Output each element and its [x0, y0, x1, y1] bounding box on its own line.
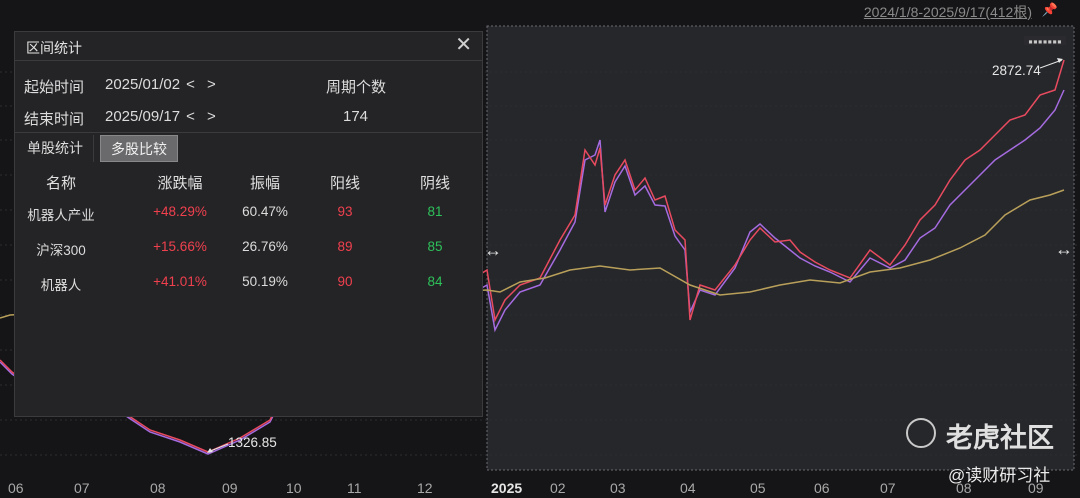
high-price-label: 2872.74: [992, 63, 1041, 78]
tiger-logo-icon: [906, 418, 936, 448]
end-time-field[interactable]: 2025/09/17 < >: [105, 108, 220, 125]
axis-tick-02: 02: [550, 480, 566, 496]
row-down-days: 84: [427, 274, 443, 289]
tab-single-stock[interactable]: 单股统计: [17, 135, 94, 162]
axis-tick-05: 05: [750, 480, 766, 496]
selected-range-area[interactable]: [486, 25, 1075, 471]
end-time-label: 结束时间: [24, 111, 85, 128]
axis-tick-03: 03: [610, 480, 626, 496]
pin-icon[interactable]: 📌: [1042, 2, 1058, 18]
header-name: 名称: [45, 175, 76, 192]
tab-multi-compare[interactable]: 多股比较: [100, 135, 178, 162]
zoom-handle-icon[interactable]: ▪▪▪▪▪▪▪: [1024, 36, 1066, 46]
low-price-label: 1326.85: [228, 435, 277, 450]
panel-title: 区间统计: [26, 40, 82, 56]
start-time-label: 起始时间: [24, 79, 85, 96]
start-time-field[interactable]: 2025/01/02 < >: [105, 76, 220, 93]
axis-tick-08a: 08: [150, 480, 166, 496]
end-time-arrows[interactable]: < >: [186, 108, 220, 125]
row-down-days: 81: [427, 204, 443, 219]
close-icon[interactable]: ✕: [455, 34, 472, 56]
right-drag-handle-icon[interactable]: ↔: [1055, 240, 1073, 258]
axis-tick-07a: 07: [74, 480, 90, 496]
axis-tick-11: 11: [347, 480, 362, 496]
stats-tabs: 单股统计 多股比较: [15, 132, 482, 164]
period-count-value: 174: [343, 108, 369, 125]
axis-tick-06a: 06: [8, 480, 24, 496]
row-down-days: 85: [427, 239, 443, 254]
row-name: 沪深300: [36, 243, 86, 258]
period-count-label: 周期个数: [326, 79, 387, 96]
header-down-days: 阴线: [419, 175, 450, 192]
row-name: 机器人产业: [27, 208, 95, 223]
start-time-arrows[interactable]: < >: [186, 76, 220, 93]
axis-tick-12: 12: [417, 480, 433, 496]
watermark-author: @读财研习社: [948, 466, 1051, 485]
axis-tick-04: 04: [680, 480, 696, 496]
axis-tick-10: 10: [286, 480, 302, 496]
watermark-brand: 老虎社区: [946, 423, 1054, 453]
svg-text:▪▪▪▪▪▪▪: ▪▪▪▪▪▪▪: [1028, 37, 1062, 46]
end-time-value[interactable]: 2025/09/17: [105, 108, 180, 125]
axis-tick-2025: 2025: [491, 480, 523, 496]
axis-tick-07b: 07: [880, 480, 896, 496]
axis-tick-06b: 06: [814, 480, 830, 496]
panel-header: 区间统计 ✕: [15, 32, 482, 61]
range-stats-panel: 区间统计 ✕ 起始时间 2025/01/02 < > 周期个数 结束时间 2025…: [14, 31, 483, 417]
row-name: 机器人: [40, 278, 82, 293]
date-range-label[interactable]: 2024/1/8-2025/9/17(412根): [864, 2, 1032, 22]
start-time-value[interactable]: 2025/01/02: [105, 76, 180, 93]
axis-tick-09a: 09: [222, 480, 238, 496]
